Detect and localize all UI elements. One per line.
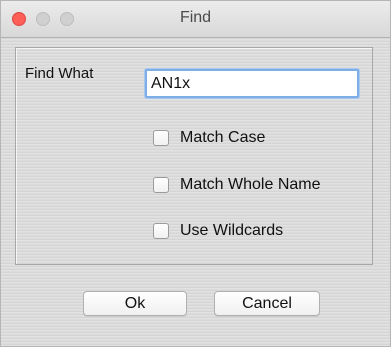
find-dialog: Find Find What Match Case Match Whole Na… xyxy=(0,0,391,347)
match-whole-name-label[interactable]: Match Whole Name xyxy=(180,176,321,194)
use-wildcards-option[interactable]: Use Wildcards xyxy=(153,221,283,241)
ok-button[interactable]: Ok xyxy=(83,291,187,316)
use-wildcards-checkbox[interactable] xyxy=(153,223,169,239)
title-bar[interactable]: Find xyxy=(1,1,390,38)
use-wildcards-label[interactable]: Use Wildcards xyxy=(180,222,283,240)
match-whole-name-option[interactable]: Match Whole Name xyxy=(153,175,321,195)
find-what-label: Find What xyxy=(25,65,94,82)
cancel-button[interactable]: Cancel xyxy=(214,291,320,316)
match-case-checkbox[interactable] xyxy=(153,130,169,146)
match-whole-name-checkbox[interactable] xyxy=(153,177,169,193)
find-what-input[interactable] xyxy=(145,69,359,98)
window-title: Find xyxy=(179,9,212,26)
dialog-content: Find What Match Case Match Whole Name Us… xyxy=(1,38,390,346)
match-case-label[interactable]: Match Case xyxy=(180,129,265,147)
match-case-option[interactable]: Match Case xyxy=(153,128,265,148)
